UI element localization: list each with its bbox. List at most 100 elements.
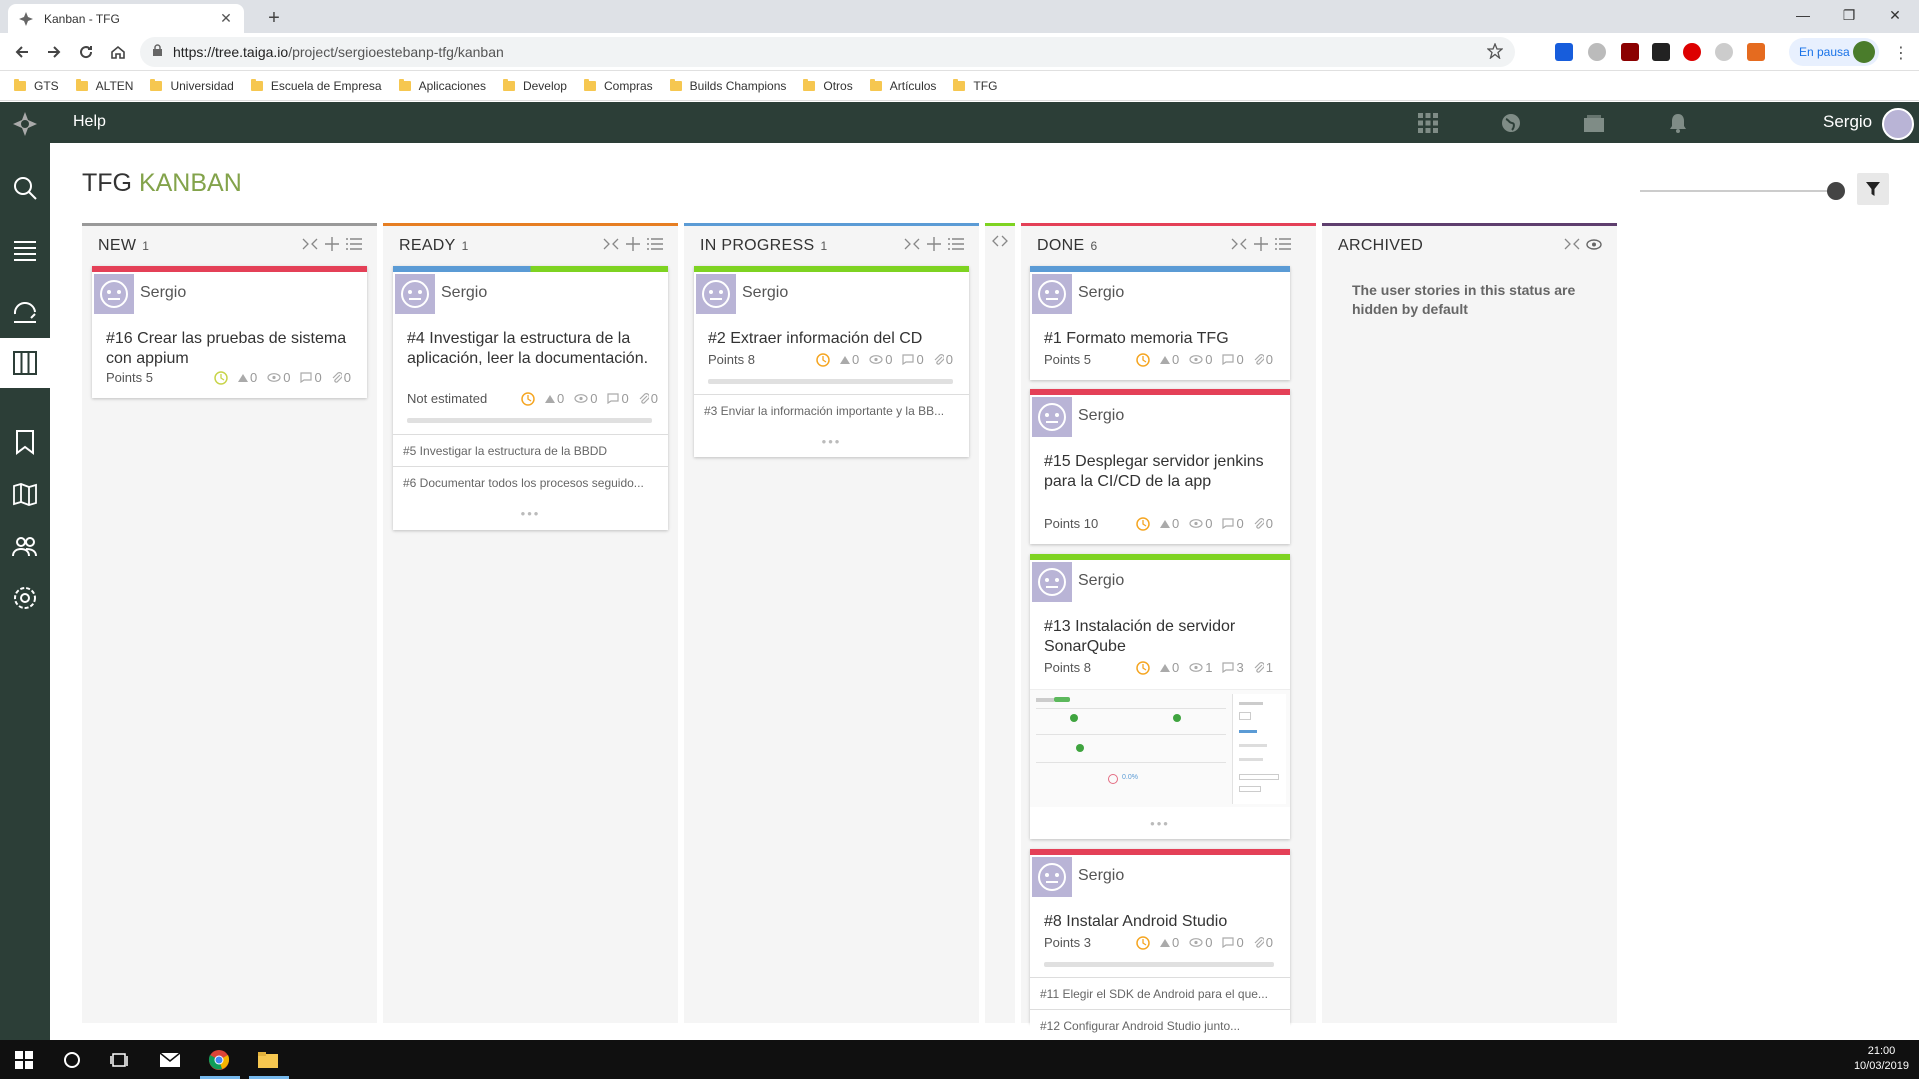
- backlog-icon[interactable]: [12, 300, 38, 326]
- avatar: [94, 274, 134, 314]
- filter-button[interactable]: [1857, 173, 1889, 205]
- bookmark-folder[interactable]: Develop: [502, 78, 567, 93]
- taiga-logo-icon[interactable]: [12, 111, 38, 140]
- task-row[interactable]: #3 Enviar la información importante y la…: [694, 394, 969, 426]
- bulk-add-icon[interactable]: [1274, 235, 1292, 253]
- fold-column-icon[interactable]: [1563, 235, 1581, 253]
- projects-grid-icon[interactable]: [1417, 112, 1439, 134]
- card-title[interactable]: #13 Instalación de servidor SonarQube: [1044, 617, 1264, 657]
- profile-button[interactable]: En pausa: [1789, 38, 1879, 66]
- task-row[interactable]: #11 Elegir el SDK de Android para el que…: [1030, 977, 1290, 1009]
- kanban-nav-item[interactable]: [0, 338, 50, 388]
- story-card[interactable]: Sergio #16 Crear las pruebas de sistema …: [92, 266, 367, 398]
- extension-dark-icon[interactable]: [1652, 43, 1670, 61]
- wiki-book-icon[interactable]: [12, 481, 38, 507]
- more-tasks-icon[interactable]: •••: [694, 434, 969, 458]
- task-view-icon[interactable]: [108, 1048, 132, 1072]
- story-card[interactable]: Sergio #15 Desplegar servidor jenkins pa…: [1030, 389, 1290, 544]
- card-title[interactable]: #2 Extraer información del CD: [708, 329, 958, 349]
- file-explorer-icon[interactable]: [256, 1048, 280, 1072]
- close-window-button[interactable]: ✕: [1872, 0, 1918, 30]
- help-link[interactable]: Help: [73, 113, 106, 131]
- notifications-bell-icon[interactable]: [1667, 112, 1689, 134]
- bookmark-folder[interactable]: Universidad: [150, 78, 234, 93]
- bulk-add-icon[interactable]: [345, 235, 363, 253]
- bookmark-folder[interactable]: Builds Champions: [669, 78, 786, 93]
- bitwarden-extension-icon[interactable]: [1555, 43, 1573, 61]
- minimize-button[interactable]: —: [1780, 0, 1826, 30]
- add-story-icon[interactable]: [323, 235, 341, 253]
- search-icon[interactable]: [12, 175, 38, 201]
- issues-bookmark-icon[interactable]: [12, 429, 38, 455]
- card-title[interactable]: #15 Desplegar servidor jenkins para la C…: [1044, 452, 1264, 492]
- show-archived-eye-icon[interactable]: [1585, 235, 1603, 253]
- more-tasks-icon[interactable]: •••: [393, 506, 668, 530]
- fold-column-icon[interactable]: [903, 235, 921, 253]
- zoom-slider-track[interactable]: [1640, 190, 1836, 192]
- inbox-folder-icon[interactable]: [1583, 112, 1605, 134]
- folder-icon: [869, 78, 882, 91]
- ublock-extension-icon[interactable]: [1621, 43, 1639, 61]
- browser-menu-icon[interactable]: ⋮: [1893, 43, 1909, 63]
- mail-icon[interactable]: [158, 1048, 182, 1072]
- reload-button[interactable]: [74, 40, 98, 64]
- add-story-icon[interactable]: [624, 235, 642, 253]
- card-title[interactable]: #16 Crear las pruebas de sistema con app…: [106, 329, 356, 369]
- team-icon[interactable]: [12, 533, 38, 559]
- story-card[interactable]: Sergio #4 Investigar la estructura de la…: [393, 266, 668, 530]
- browser-tab[interactable]: Kanban - TFG ✕: [8, 4, 244, 33]
- bookmark-folder[interactable]: ALTEN: [75, 78, 133, 93]
- system-clock[interactable]: 21:00 10/03/2019: [1854, 1044, 1909, 1074]
- discover-globe-icon[interactable]: [1500, 112, 1522, 134]
- fold-column-icon[interactable]: [301, 235, 319, 253]
- story-card[interactable]: Sergio #2 Extraer información del CD Poi…: [694, 266, 969, 457]
- chrome-taskbar-icon[interactable]: [207, 1048, 231, 1072]
- adblock-extension-icon[interactable]: [1683, 43, 1701, 61]
- back-button[interactable]: [10, 40, 34, 64]
- bookmark-star-icon[interactable]: [1486, 42, 1504, 62]
- cortana-search-icon[interactable]: [60, 1048, 84, 1072]
- card-title[interactable]: #8 Instalar Android Studio: [1044, 912, 1284, 932]
- task-row[interactable]: #5 Investigar la estructura de la BBDD: [393, 434, 668, 466]
- tab-close-icon[interactable]: ✕: [218, 10, 234, 27]
- settings-gear-icon[interactable]: [12, 585, 38, 611]
- new-tab-button[interactable]: +: [262, 6, 286, 30]
- home-button[interactable]: [106, 40, 130, 64]
- bookmark-folder[interactable]: GTS: [14, 78, 59, 93]
- story-card[interactable]: Sergio #13 Instalación de servidor Sonar…: [1030, 554, 1290, 839]
- bookmark-folder[interactable]: Compras: [583, 78, 653, 93]
- more-tasks-icon[interactable]: •••: [1030, 816, 1290, 840]
- fold-column-icon[interactable]: [602, 235, 620, 253]
- address-bar[interactable]: https://tree.taiga.io/project/sergioeste…: [140, 37, 1515, 67]
- bookmark-folder[interactable]: Aplicaciones: [398, 78, 486, 93]
- bookmark-folder[interactable]: Artículos: [869, 78, 936, 93]
- user-avatar[interactable]: [1882, 108, 1914, 140]
- bookmark-folder[interactable]: Escuela de Empresa: [250, 78, 382, 93]
- zoom-slider-handle[interactable]: [1827, 182, 1845, 200]
- user-name[interactable]: Sergio: [1823, 112, 1872, 132]
- story-card[interactable]: Sergio #1 Formato memoria TFG Points 5 0…: [1030, 266, 1290, 380]
- extension-icon[interactable]: [1588, 43, 1606, 61]
- card-color-bar: [92, 266, 367, 272]
- task-row[interactable]: #6 Documentar todos los procesos seguido…: [393, 466, 668, 498]
- card-title[interactable]: #1 Formato memoria TFG: [1044, 329, 1284, 349]
- unfold-column-icon[interactable]: [992, 235, 1008, 250]
- restore-button[interactable]: ❐: [1826, 0, 1872, 30]
- fold-column-icon[interactable]: [1230, 235, 1248, 253]
- extension-grey-icon[interactable]: [1715, 43, 1733, 61]
- extension-orange-icon[interactable]: [1747, 43, 1765, 61]
- epics-menu-icon[interactable]: [12, 237, 38, 263]
- column-done: DONE 6 Sergio #1 Formato memoria TFG Poin…: [1021, 223, 1316, 1041]
- windows-start-icon[interactable]: [12, 1048, 36, 1072]
- add-story-icon[interactable]: [1252, 235, 1270, 253]
- bulk-add-icon[interactable]: [646, 235, 664, 253]
- bookmark-folder[interactable]: Otros: [803, 78, 853, 93]
- story-card[interactable]: Sergio #8 Instalar Android Studio Points…: [1030, 849, 1290, 1041]
- bulk-add-icon[interactable]: [947, 235, 965, 253]
- bookmark-folder[interactable]: TFG: [953, 78, 997, 93]
- card-title[interactable]: #4 Investigar la estructura de la aplica…: [407, 329, 657, 369]
- task-row[interactable]: #12 Configurar Android Studio junto...: [1030, 1009, 1290, 1041]
- forward-button[interactable]: [42, 40, 66, 64]
- add-story-icon[interactable]: [925, 235, 943, 253]
- attachment-thumbnail[interactable]: 0.0%: [1030, 689, 1290, 807]
